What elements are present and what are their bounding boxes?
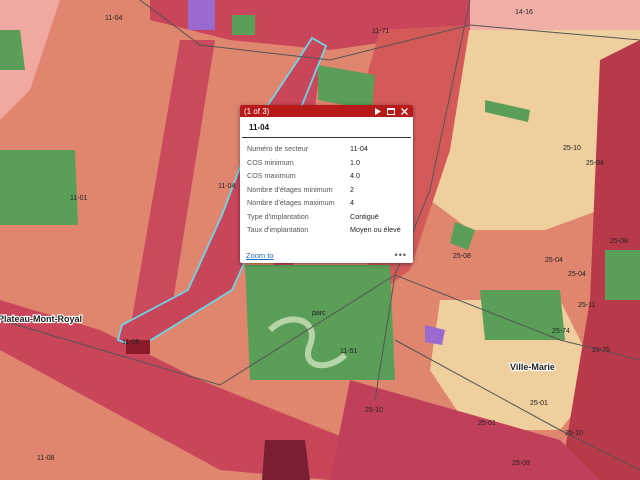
label-parc: parc	[312, 310, 326, 317]
label-25-04-b: 25-04	[545, 257, 563, 264]
label-11-04-mid: 11-04	[218, 183, 235, 190]
attribute-row: COS minimum 1.0	[247, 156, 413, 170]
attribute-value: Moyen ou élevé	[350, 225, 401, 235]
attribute-row: Taux d'implantation Moyen ou élevé	[247, 223, 413, 237]
attribute-value: 1.0	[350, 157, 360, 167]
attribute-row: Nombre d'étages maximum 4	[247, 196, 413, 210]
attribute-row: Nombre d'étages minimum 2	[247, 183, 413, 197]
label-11-01: 11-01	[70, 195, 87, 202]
attribute-key: Type d'implantation	[247, 211, 309, 221]
label-25-10-c: 25-10	[565, 430, 583, 437]
label-25-08-b: 25-08	[610, 238, 628, 245]
attribute-key: Nombre d'étages maximum	[247, 198, 335, 208]
attribute-value: 11-04	[350, 144, 368, 154]
label-25-74: 25-74	[552, 328, 570, 335]
attribute-row: Type d'implantation Contiguë	[247, 210, 413, 224]
attribute-value: 2	[350, 184, 354, 194]
label-11-71: 11-71	[372, 28, 389, 35]
dock-icon[interactable]	[386, 106, 396, 116]
label-25-10: 25-10	[563, 145, 581, 152]
zoom-to-link[interactable]: Zoom to	[246, 251, 395, 260]
label-25-08-a: 25-08	[453, 253, 471, 260]
attribute-table: Numéro de secteur 11-04 COS minimum 1.0 CO…	[247, 142, 413, 237]
popup-counter: (1 of 3)	[244, 106, 270, 116]
label-25-04-a: 25-04	[586, 160, 604, 167]
label-25-01-a: 25-01	[530, 400, 548, 407]
park-west[interactable]	[0, 150, 78, 225]
label-25-11: 25-11	[578, 302, 595, 309]
attribute-key: Taux d'implantation	[247, 225, 309, 235]
label-11-51: 11-51	[340, 348, 357, 355]
attribute-row: Numéro de secteur 11-04	[247, 142, 413, 156]
zone-purple-north[interactable]	[188, 0, 215, 30]
label-14-16: 14-16	[515, 9, 533, 16]
park-right-strip[interactable]	[605, 250, 640, 300]
label-25-04-c: 25-04	[568, 271, 586, 278]
more-actions-icon[interactable]: •••	[395, 250, 407, 260]
attribute-value: 4.0	[350, 171, 360, 181]
popup-header: (1 of 3)	[240, 105, 413, 117]
attribute-key: COS maximum	[247, 171, 296, 181]
popup-footer: Zoom to •••	[240, 247, 413, 263]
label-25-10-b: 25-10	[365, 407, 383, 414]
feature-popup: (1 of 3) 11-04 Numéro de secteur 11-04 CO…	[240, 105, 413, 263]
zone-pink-northeast[interactable]	[470, 0, 640, 30]
next-feature-icon[interactable]	[373, 106, 383, 116]
label-25-09: 25-09	[512, 460, 530, 467]
label-plateau-mont-royal: Plateau-Mont-Royal	[0, 314, 82, 324]
attribute-key: Numéro de secteur	[247, 144, 309, 154]
label-ville-marie: Ville-Marie	[510, 362, 555, 372]
label-25-76: 25-76	[592, 347, 610, 354]
popup-title: 11-04	[242, 117, 411, 138]
label-11-06: 11-06	[122, 339, 139, 346]
attribute-row: COS maximum 4.0	[247, 169, 413, 183]
attribute-key: Nombre d'étages minimum	[247, 184, 333, 194]
label-11-08: 11-08	[37, 455, 54, 462]
zone-darkred-bottom[interactable]	[262, 440, 310, 480]
attribute-value: Contiguë	[350, 211, 379, 221]
park-nnw[interactable]	[232, 15, 255, 35]
attribute-value: 4	[350, 198, 354, 208]
label-11-04-top: 11-04	[105, 15, 122, 22]
close-icon[interactable]	[399, 106, 409, 116]
attribute-key: COS minimum	[247, 157, 294, 167]
label-25-01-b: 25-01	[478, 420, 496, 427]
